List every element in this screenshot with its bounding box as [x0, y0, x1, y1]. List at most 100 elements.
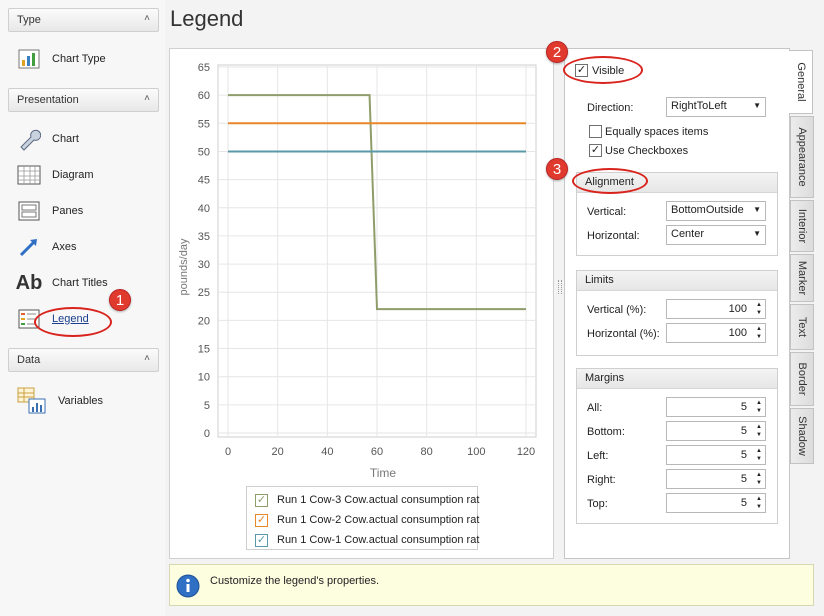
- chart-titles-icon: Ab: [15, 271, 43, 294]
- equally-spaces-checkbox[interactable]: [589, 125, 602, 138]
- chart-svg: 0 5 10 15 20 25 30 35 40 45 50 55 60 65 0 20 40 60 80 100 12…: [178, 62, 537, 480]
- x-axis-title: Time: [370, 466, 397, 480]
- sidebar-item-chart[interactable]: Chart: [16, 125, 156, 153]
- legend-checkbox[interactable]: ✓: [255, 493, 268, 507]
- alignment-vertical-select[interactable]: BottomOutside ▼: [666, 201, 766, 221]
- group-label: Data: [17, 354, 41, 366]
- spinner-arrows-icon[interactable]: ▲ ▼: [756, 447, 762, 463]
- tab-label: Appearance: [796, 127, 808, 187]
- sidebar-item-label: Variables: [58, 395, 104, 407]
- equally-spaces-label: Equally spaces items: [605, 126, 709, 138]
- group-header-type[interactable]: Type ˄: [8, 8, 159, 32]
- group-header-data[interactable]: Data ˄: [8, 348, 159, 372]
- y-tick-label: 55: [198, 118, 210, 130]
- panes-icon: [16, 199, 42, 223]
- tab-label: Interior: [796, 208, 808, 244]
- chart-preview-panel: 0 5 10 15 20 25 30 35 40 45 50 55 60 65 0 20 40 60 80 100 12…: [169, 48, 554, 559]
- spinner-arrows-icon[interactable]: ▲ ▼: [756, 423, 762, 439]
- y-tick-label: 25: [198, 287, 210, 299]
- panel-splitter[interactable]: [556, 48, 564, 559]
- group-label: Type: [17, 14, 41, 26]
- tab-shadow[interactable]: Shadow: [790, 408, 814, 464]
- margin-left-value: 5: [740, 449, 747, 461]
- x-tick-label: 120: [517, 446, 535, 458]
- tab-label: Border: [796, 362, 808, 396]
- direction-value: RightToLeft: [671, 100, 727, 112]
- legend-item-label: Run 1 Cow-2 Cow.actual consumption rat: [277, 514, 480, 526]
- sidebar-item-variables[interactable]: Variables: [16, 386, 156, 416]
- y-tick-label: 10: [198, 372, 210, 384]
- limits-group-title: Limits: [577, 271, 777, 291]
- y-tick-label: 20: [198, 315, 210, 327]
- sidebar-item-axes[interactable]: Axes: [16, 233, 156, 261]
- limits-horizontal-value: 100: [728, 327, 747, 339]
- margin-bottom-spinner[interactable]: 5 ▲ ▼: [666, 421, 766, 441]
- sidebar-item-chart-titles[interactable]: Ab Chart Titles: [16, 269, 156, 297]
- spinner-arrows-icon[interactable]: ▲ ▼: [756, 301, 762, 317]
- sidebar-item-label: Chart Type: [52, 53, 106, 65]
- legend-checkbox[interactable]: ✓: [255, 533, 268, 547]
- legend-item[interactable]: ✓ Run 1 Cow-2 Cow.actual consumption rat: [255, 511, 479, 529]
- spinner-arrows-icon[interactable]: ▲ ▼: [756, 495, 762, 511]
- sidebar-item-label: Chart Titles: [52, 277, 108, 289]
- highlight-ring: [34, 307, 112, 337]
- alignment-horizontal-value: Center: [671, 228, 705, 240]
- margin-left-spinner[interactable]: 5 ▲ ▼: [666, 445, 766, 465]
- legend-item[interactable]: ✓ Run 1 Cow-1 Cow.actual consumption rat: [255, 531, 479, 549]
- spinner-arrows-icon[interactable]: ▲ ▼: [756, 325, 762, 341]
- limits-vertical-spinner[interactable]: 100 ▲ ▼: [666, 299, 766, 319]
- margin-right-label: Right:: [587, 474, 616, 486]
- y-tick-label: 35: [198, 231, 210, 243]
- callout-badge-2: 2: [546, 41, 568, 63]
- margin-top-spinner[interactable]: 5 ▲ ▼: [666, 493, 766, 513]
- direction-label: Direction:: [587, 102, 634, 114]
- tab-text[interactable]: Text: [790, 304, 814, 350]
- sidebar-item-chart-type[interactable]: Chart Type: [16, 45, 156, 73]
- chevron-up-icon: ˄: [144, 13, 150, 24]
- alignment-horizontal-select[interactable]: Center ▼: [666, 225, 766, 245]
- diagram-icon: [16, 163, 42, 187]
- x-tick-label: 80: [421, 446, 433, 458]
- margin-all-spinner[interactable]: 5 ▲ ▼: [666, 397, 766, 417]
- margin-all-label: All:: [587, 402, 603, 414]
- dropdown-arrow-icon: ▼: [753, 205, 761, 214]
- y-tick-label: 15: [198, 344, 210, 356]
- alignment-horizontal-label: Horizontal:: [587, 230, 640, 242]
- margin-right-value: 5: [740, 473, 747, 485]
- margins-group-title: Margins: [577, 369, 777, 389]
- limits-horizontal-spinner[interactable]: 100 ▲ ▼: [666, 323, 766, 343]
- highlight-ring: [563, 56, 643, 84]
- limits-vertical-label: Vertical (%):: [587, 304, 647, 316]
- direction-select[interactable]: RightToLeft ▼: [666, 97, 766, 117]
- spinner-arrows-icon[interactable]: ▲ ▼: [756, 471, 762, 487]
- legend-checkbox[interactable]: ✓: [255, 513, 268, 527]
- sidebar-item-label: Panes: [52, 205, 84, 217]
- alignment-vertical-label: Vertical:: [587, 206, 627, 218]
- group-header-presentation[interactable]: Presentation ˄: [8, 88, 159, 112]
- legend-item[interactable]: ✓ Run 1 Cow-3 Cow.actual consumption rat: [255, 491, 479, 509]
- spinner-arrows-icon[interactable]: ▲ ▼: [756, 399, 762, 415]
- chevron-up-icon: ˄: [144, 353, 150, 364]
- tab-marker[interactable]: Marker: [790, 254, 814, 302]
- tab-label: Shadow: [796, 416, 808, 456]
- tab-interior[interactable]: Interior: [790, 200, 814, 252]
- page-title: Legend: [170, 6, 244, 31]
- tab-appearance[interactable]: Appearance: [790, 116, 814, 198]
- sidebar-item-panes[interactable]: Panes: [16, 197, 156, 225]
- tab-general[interactable]: General: [789, 50, 813, 114]
- variables-icon: [16, 387, 48, 414]
- hint-message: Customize the legend's properties.: [210, 575, 380, 587]
- alignment-vertical-value: BottomOutside: [671, 204, 744, 216]
- margin-all-value: 5: [740, 401, 747, 413]
- y-tick-label: 0: [204, 428, 210, 440]
- hint-bar: Customize the legend's properties.: [169, 564, 814, 606]
- limits-vertical-value: 100: [728, 303, 747, 315]
- y-axis-title: pounds/day: [178, 238, 190, 295]
- sidebar-item-diagram[interactable]: Diagram: [16, 161, 156, 189]
- use-checkboxes-checkbox[interactable]: ✓: [589, 144, 602, 157]
- chart-type-icon: [16, 47, 42, 71]
- tab-border[interactable]: Border: [790, 352, 814, 406]
- x-tick-label: 40: [321, 446, 333, 458]
- margin-left-label: Left:: [587, 450, 609, 462]
- margin-right-spinner[interactable]: 5 ▲ ▼: [666, 469, 766, 489]
